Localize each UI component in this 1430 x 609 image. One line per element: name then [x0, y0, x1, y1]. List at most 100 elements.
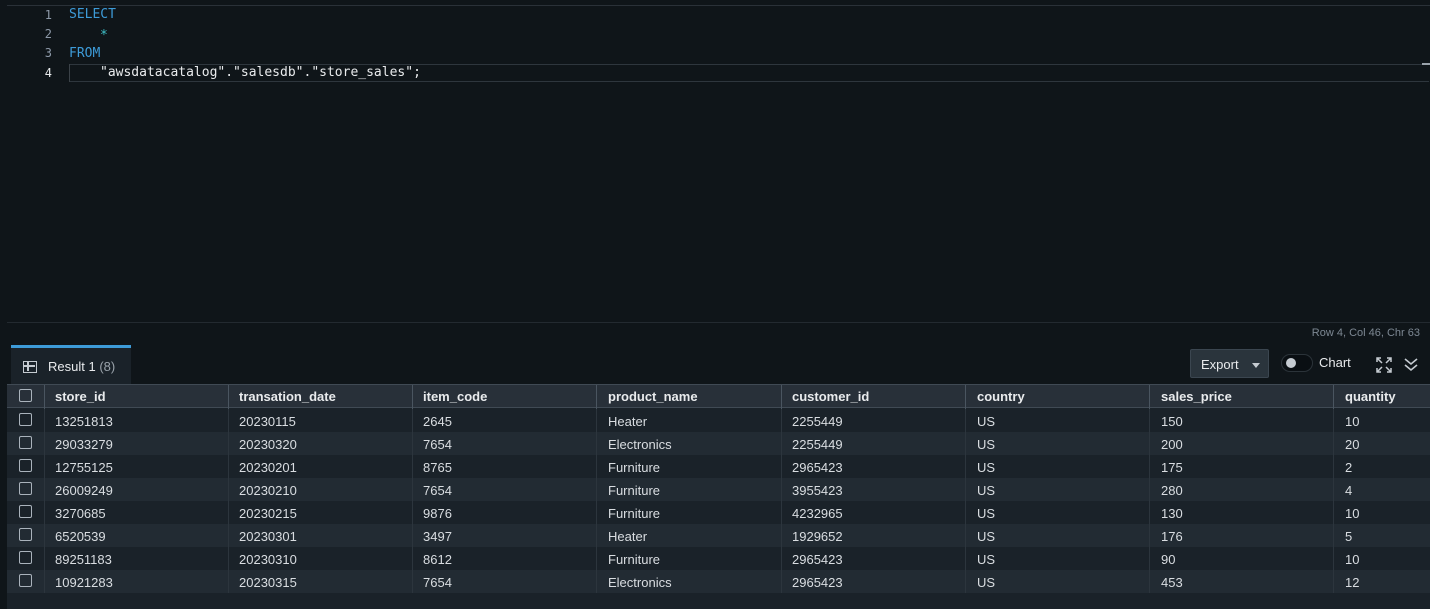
cell-separator — [1149, 524, 1150, 547]
table-cell-country: US — [977, 483, 996, 498]
cell-separator — [412, 455, 413, 478]
table-header: store_id transation_date item_code produ… — [7, 384, 1430, 409]
sql-editor[interactable]: 1 2 3 4 SELECT * FROM "awsdatacatalog"."… — [7, 5, 1430, 343]
table-cell-store-id: 29033279 — [55, 437, 113, 452]
cell-separator — [781, 432, 782, 455]
table-cell-country: US — [977, 552, 996, 567]
line-number: 3 — [44, 46, 52, 60]
column-separator — [781, 385, 782, 409]
table-cell-product-name: Heater — [608, 414, 648, 429]
table-cell-transation-date: 20230210 — [239, 483, 297, 498]
code-line-star[interactable]: * — [100, 28, 108, 43]
table-row[interactable]: 26009249 20230210 7654 Furniture 3955423 US 28… — [7, 478, 1430, 501]
column-header-sales-price[interactable]: sales_price — [1161, 389, 1232, 404]
select-all-checkbox[interactable] — [19, 389, 32, 402]
cell-separator — [1149, 547, 1150, 570]
table-cell-store-id: 6520539 — [55, 529, 106, 544]
column-header-quantity[interactable]: quantity — [1345, 389, 1396, 404]
column-header-item-code[interactable]: item_code — [423, 389, 487, 404]
cell-separator — [1333, 524, 1334, 547]
tab-label: Result 1 — [48, 359, 96, 374]
results-panel: Result 1 (8) Export Chart store_id trans… — [7, 342, 1430, 609]
table-cell-item-code: 8765 — [423, 460, 452, 475]
cell-separator — [965, 432, 966, 455]
cell-separator — [1333, 478, 1334, 501]
column-header-product-name[interactable]: product_name — [608, 389, 698, 404]
column-separator — [596, 385, 597, 409]
code-line-table-ref[interactable]: "awsdatacatalog"."salesdb"."store_sales"… — [100, 65, 421, 80]
row-checkbox[interactable] — [19, 505, 32, 518]
table-row[interactable]: 3270685 20230215 9876 Furniture 4232965 US 130… — [7, 501, 1430, 524]
collapse-icon[interactable] — [1403, 356, 1419, 372]
table-cell-transation-date: 20230310 — [239, 552, 297, 567]
export-button[interactable]: Export — [1190, 349, 1269, 378]
code-line-select[interactable]: SELECT — [69, 7, 116, 22]
cell-separator — [44, 570, 45, 593]
indent-guide — [69, 64, 70, 82]
cell-separator — [1149, 432, 1150, 455]
column-header-transation-date[interactable]: transation_date — [239, 389, 336, 404]
cell-separator — [1149, 570, 1150, 593]
table-cell-customer-id: 1929652 — [792, 529, 843, 544]
scrollbar-marker — [1422, 63, 1430, 65]
cell-separator — [228, 501, 229, 524]
table-cell-product-name: Furniture — [608, 506, 661, 521]
cell-separator — [1149, 455, 1150, 478]
table-cell-quantity: 10 — [1345, 552, 1360, 567]
table-cell-item-code: 2645 — [423, 414, 452, 429]
table-cell-transation-date: 20230301 — [239, 529, 297, 544]
table-row[interactable]: 6520539 20230301 3497 Heater 1929652 US 176 5 — [7, 524, 1430, 547]
column-header-store-id[interactable]: store_id — [55, 389, 106, 404]
cell-separator — [1333, 570, 1334, 593]
table-row[interactable]: 29033279 20230320 7654 Electronics 2255449 US… — [7, 432, 1430, 455]
chart-toggle[interactable] — [1281, 354, 1313, 372]
cell-separator — [596, 409, 597, 432]
table-cell-quantity: 2 — [1345, 460, 1353, 475]
table-cell-product-name: Electronics — [608, 437, 672, 452]
table-row[interactable]: 89251183 20230310 8612 Furniture 2965423 US 90… — [7, 547, 1430, 570]
table-cell-sales-price: 130 — [1161, 506, 1183, 521]
cell-separator — [596, 524, 597, 547]
column-header-country[interactable]: country — [977, 389, 1025, 404]
export-label: Export — [1201, 357, 1239, 372]
table-cell-customer-id: 4232965 — [792, 506, 843, 521]
row-checkbox[interactable] — [19, 436, 32, 449]
table-row[interactable]: 12755125 20230201 8765 Furniture 2965423 US 17… — [7, 455, 1430, 478]
cell-separator — [412, 478, 413, 501]
line-number: 1 — [44, 8, 52, 22]
table-cell-store-id: 10921283 — [55, 575, 113, 590]
expand-icon[interactable] — [1376, 357, 1392, 373]
cell-separator — [228, 524, 229, 547]
cell-separator — [781, 501, 782, 524]
table-cell-country: US — [977, 460, 996, 475]
table-cell-country: US — [977, 529, 996, 544]
table-cell-quantity: 10 — [1345, 414, 1360, 429]
table-cell-store-id: 13251813 — [55, 414, 113, 429]
row-checkbox[interactable] — [19, 574, 32, 587]
table-cell-customer-id: 2965423 — [792, 575, 843, 590]
cell-separator — [596, 455, 597, 478]
table-cell-country: US — [977, 575, 996, 590]
cell-separator — [965, 455, 966, 478]
table-cell-sales-price: 280 — [1161, 483, 1183, 498]
cell-separator — [596, 570, 597, 593]
row-checkbox[interactable] — [19, 551, 32, 564]
row-checkbox[interactable] — [19, 413, 32, 426]
table-cell-sales-price: 453 — [1161, 575, 1183, 590]
cell-separator — [412, 524, 413, 547]
cell-separator — [965, 547, 966, 570]
tab-result-1[interactable]: Result 1 (8) — [11, 345, 131, 384]
table-row[interactable]: 13251813 20230115 2645 Heater 2255449 US 150 10 — [7, 409, 1430, 432]
row-checkbox[interactable] — [19, 528, 32, 541]
cell-separator — [1333, 547, 1334, 570]
column-header-customer-id[interactable]: customer_id — [792, 389, 869, 404]
table-cell-sales-price: 150 — [1161, 414, 1183, 429]
table-row[interactable]: 10921283 20230315 7654 Electronics 2965423 US… — [7, 570, 1430, 593]
row-checkbox[interactable] — [19, 459, 32, 472]
code-line-from[interactable]: FROM — [69, 46, 100, 61]
table-cell-quantity: 4 — [1345, 483, 1353, 498]
table-cell-item-code: 9876 — [423, 506, 452, 521]
editor-status-bar: Row 4, Col 46, Chr 63 — [7, 322, 1430, 343]
caret-down-icon — [1252, 363, 1260, 368]
row-checkbox[interactable] — [19, 482, 32, 495]
